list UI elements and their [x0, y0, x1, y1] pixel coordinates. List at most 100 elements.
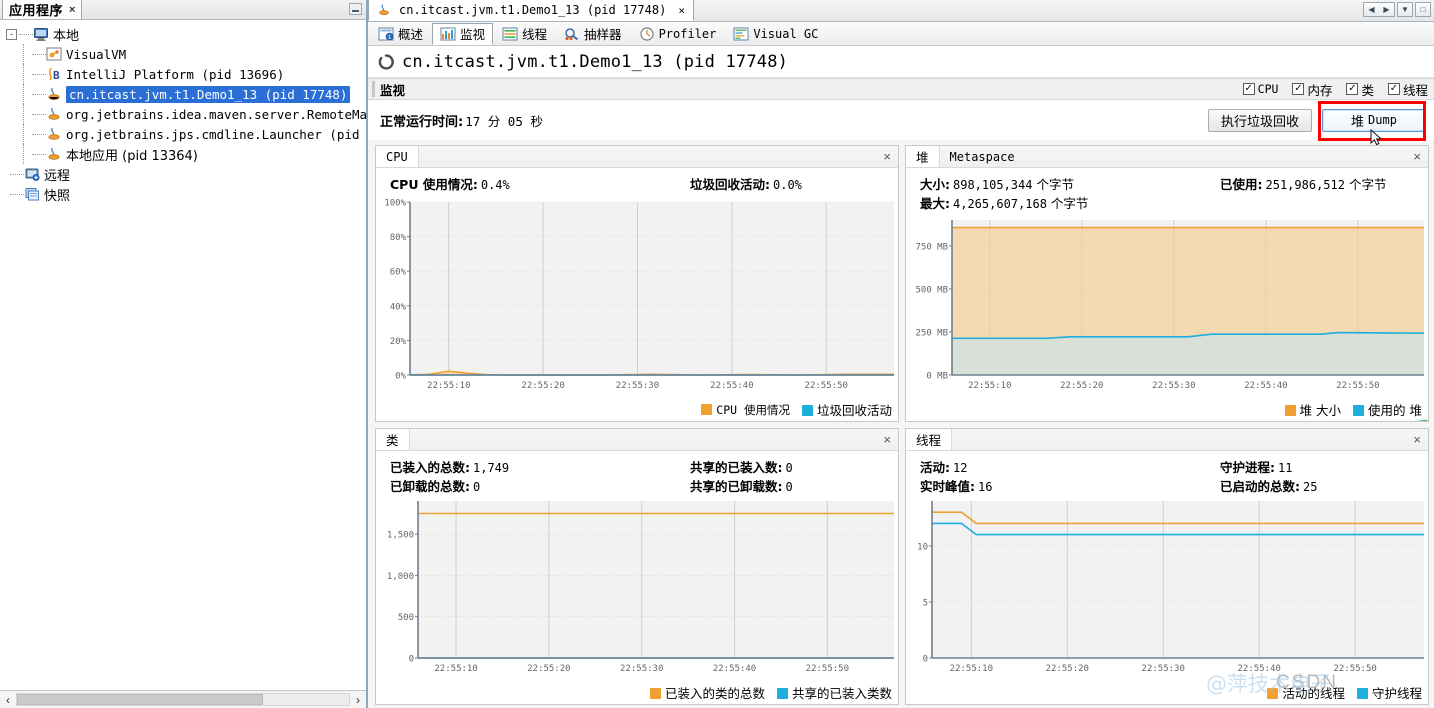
legend-swatch	[801, 405, 813, 416]
document-tab-label: cn.itcast.jvm.t1.Demo1_13 (pid 17748)	[399, 3, 667, 17]
tab-threads[interactable]: 线程	[494, 23, 555, 45]
legend-item-threads-live: 活动的线程	[1267, 683, 1345, 702]
tab-visual-gc[interactable]: Visual GC	[725, 23, 826, 45]
svg-text:0 MB: 0 MB	[926, 372, 948, 382]
svg-text:0: 0	[923, 655, 928, 665]
tree-node-visualvm[interactable]: VisualVM	[4, 44, 366, 64]
uptime-row: 正常运行时间: 17 分 05 秒 执行垃圾回收 堆 Dump	[368, 100, 1434, 145]
svg-text:B: B	[53, 69, 60, 82]
tree-connector	[23, 124, 32, 144]
tree-node-label: org.jetbrains.idea.maven.server.RemoteMa…	[66, 106, 366, 122]
cpu-plot: 0% 20% 40% 60% 80% 100% 22:55:10 22:55:20 22:55:…	[376, 198, 898, 395]
snapshot-icon	[24, 186, 40, 202]
checkbox-mark[interactable]: ✓	[1387, 83, 1400, 95]
close-icon[interactable]: ×	[883, 150, 891, 163]
tree-connector	[10, 173, 24, 175]
tab-monitor-label: 监视	[460, 27, 486, 42]
close-icon[interactable]: ×	[1413, 433, 1421, 446]
scrollbar-track[interactable]	[16, 693, 350, 706]
dropdown-icon[interactable]: ▼	[1397, 2, 1413, 17]
tree-node-remote-maven-server[interactable]: org.jetbrains.idea.maven.server.RemoteMa…	[4, 104, 366, 124]
tree-node-remote[interactable]: 远程	[4, 164, 366, 184]
applications-tab[interactable]: 应用程序 ×	[2, 0, 83, 19]
tree-node-local[interactable]: - 本地	[4, 24, 366, 44]
legend-item-cpu-usage: CPU 使用情况	[701, 402, 790, 418]
svg-text:22:55:30: 22:55:30	[616, 381, 659, 391]
threads-panel-body: 活动: 12 守护进程: 11 实时峰值: 16 已启动的总数: 25 0 5 …	[906, 451, 1428, 704]
classes-panel: 类 × 已装入的总数: 1,749 共享的已装入数: 0 已卸载的总数: 0 共…	[375, 428, 899, 705]
checkbox-memory[interactable]: ✓ 内存	[1292, 80, 1332, 99]
remote-icon	[24, 166, 40, 182]
tree-connector	[32, 53, 46, 55]
prev-icon[interactable]: ◀	[1368, 5, 1374, 14]
computer-icon	[33, 26, 49, 42]
tree-connector	[10, 193, 24, 195]
tree-node-demo1-13[interactable]: cn.itcast.jvm.t1.Demo1_13 (pid 17748)	[4, 84, 366, 104]
scroll-left-icon[interactable]: ‹	[0, 693, 16, 707]
svg-text:500: 500	[398, 613, 414, 623]
legend-swatch	[776, 688, 788, 699]
classes-panel-header: 类 ×	[376, 429, 898, 451]
perform-gc-button[interactable]: 执行垃圾回收	[1208, 108, 1312, 132]
metaspace-tab[interactable]: Metaspace	[940, 146, 1025, 167]
tree-node-label: org.jetbrains.jps.cmdline.Launcher (pid …	[66, 126, 366, 142]
checkbox-mark[interactable]: ✓	[1292, 83, 1305, 95]
applications-tree[interactable]: - 本地 VisualVM B IntelliJ Platform (pid 1…	[0, 20, 366, 690]
svg-text:22:55:50: 22:55:50	[806, 664, 849, 674]
svg-text:1,000: 1,000	[387, 572, 414, 582]
close-icon[interactable]: ×	[1413, 150, 1421, 163]
svg-text:22:55:40: 22:55:40	[1244, 381, 1287, 391]
classes-stats-row2: 已卸载的总数: 0 共享的已卸载数: 0	[380, 476, 894, 495]
uptime-value: 17 分 05 秒	[465, 113, 543, 129]
java-icon	[46, 126, 62, 142]
checkbox-mark[interactable]: ✓	[1242, 83, 1255, 95]
tree-node-local-app[interactable]: 本地应用 (pid 13364)	[4, 144, 366, 164]
threads-stats-row2: 实时峰值: 16 已启动的总数: 25	[910, 476, 1424, 495]
horizontal-scrollbar[interactable]: ‹ ›	[0, 690, 366, 708]
classes-shared-loaded-label: 共享的已装入数:	[690, 460, 783, 475]
tab-profiler[interactable]: Profiler	[631, 23, 725, 45]
close-icon[interactable]: ×	[678, 4, 685, 17]
next-icon[interactable]: ▶	[1383, 5, 1389, 14]
document-tab-demo1-13[interactable]: cn.itcast.jvm.t1.Demo1_13 (pid 17748) ×	[368, 0, 694, 21]
heap-size-unit: 个字节	[1036, 177, 1074, 192]
nav-buttons[interactable]: ◀ ▶	[1363, 2, 1395, 17]
tree-node-jps-launcher[interactable]: org.jetbrains.jps.cmdline.Launcher (pid …	[4, 124, 366, 144]
tab-sampler[interactable]: 抽样器	[556, 23, 630, 45]
svg-text:22:55:30: 22:55:30	[1142, 664, 1185, 674]
scrollbar-thumb[interactable]	[17, 694, 263, 705]
checkbox-threads[interactable]: ✓ 线程	[1387, 80, 1428, 99]
scroll-right-icon[interactable]: ›	[350, 693, 366, 707]
classes-unloaded-stat: 已卸载的总数: 0	[390, 476, 690, 495]
svg-text:10: 10	[917, 542, 928, 552]
maximize-icon[interactable]: □	[1415, 2, 1431, 17]
heap-tab[interactable]: 堆	[906, 146, 940, 167]
threads-daemon-stat: 守护进程: 11	[1220, 457, 1292, 476]
tab-profiler-label: Profiler	[658, 26, 717, 41]
close-icon[interactable]: ×	[883, 433, 891, 446]
tree-node-label: IntelliJ Platform (pid 13696)	[66, 66, 285, 82]
tree-node-intellij[interactable]: B IntelliJ Platform (pid 13696)	[4, 64, 366, 84]
checkbox-cpu[interactable]: ✓ CPU	[1242, 82, 1278, 96]
visualvm-icon	[46, 46, 62, 62]
checkbox-mark[interactable]: ✓	[1346, 83, 1359, 95]
classes-loaded-value: 1,749	[473, 461, 510, 475]
tree-connector	[32, 133, 46, 135]
checkbox-classes[interactable]: ✓ 类	[1346, 80, 1374, 99]
tree-connector	[19, 33, 33, 35]
tree-node-snapshots[interactable]: 快照	[4, 184, 366, 204]
minimize-icon[interactable]	[349, 3, 362, 15]
heap-chart-svg: 0 MB 250 MB 500 MB 750 MB 22:55:10 22:55:20 22…	[915, 220, 1425, 391]
tab-overview[interactable]: i 概述	[370, 23, 431, 45]
svg-text:0%: 0%	[395, 372, 406, 382]
close-icon[interactable]: ×	[69, 4, 75, 16]
view-tabs: i 概述 监视 线程 抽样器 Profiler Visual GC	[368, 22, 1434, 46]
threads-peak-label: 实时峰值:	[920, 479, 975, 494]
svg-text:22:55:10: 22:55:10	[950, 664, 993, 674]
tab-monitor[interactable]: 监视	[432, 22, 494, 45]
tree-node-label: 本地应用 (pid 13364)	[66, 148, 198, 164]
tree-node-label: cn.itcast.jvm.t1.Demo1_13 (pid 17748)	[66, 85, 351, 103]
tree-toggle-icon[interactable]: -	[6, 28, 17, 40]
cpu-stats: CPU 使用情况: 0.4% 垃圾回收活动: 0.0%	[380, 174, 894, 193]
svg-text:i: i	[388, 34, 392, 41]
